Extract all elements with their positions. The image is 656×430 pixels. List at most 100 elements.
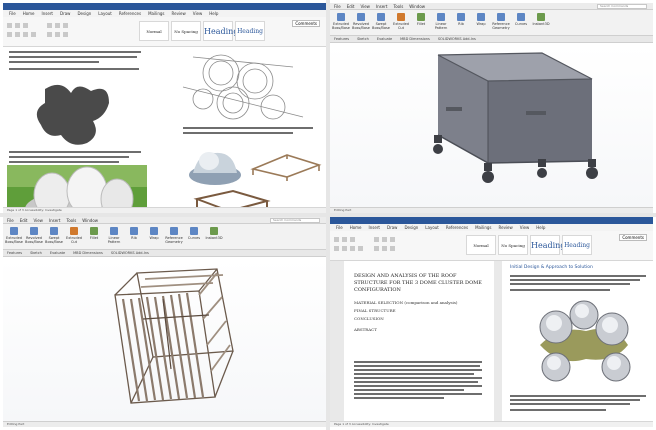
word-window-2: File Home Insert Draw Design Layout Refe… [330,217,653,427]
cad-menu-insert[interactable]: Insert [376,4,387,9]
font-tools-2[interactable] [334,235,434,255]
linear-pattern-button[interactable]: Linear Pattern [432,13,450,33]
comments-button[interactable]: Comments [292,20,320,27]
tab-addins[interactable]: SOLIDWORKS Add-Ins [438,37,476,41]
tab-features-2[interactable]: Features [7,251,22,255]
menu-review-2[interactable]: Review [499,225,513,230]
paper-title: DESIGN AND ANALYSIS OF THE ROOF STRUCTUR… [354,273,482,293]
document-canvas-2: DESIGN AND ANALYSIS OF THE ROOF STRUCTUR… [330,261,653,421]
tab-evaluate-2[interactable]: Evaluate [50,251,65,255]
cad-graphics-area-2[interactable] [3,259,326,421]
swept-boss-button[interactable]: Swept Boss/Base [372,13,390,33]
menu-home[interactable]: Home [23,11,35,16]
rib-button-2[interactable]: Rib [125,227,143,247]
cad-menu-view-2[interactable]: View [33,218,43,223]
menu-insert-2[interactable]: Insert [369,225,380,230]
outline-material: MATERIAL SELECTION (comparison and analy… [354,300,458,305]
menu-layout[interactable]: Layout [98,11,112,16]
tab-mbd-dimensions[interactable]: MBD Dimensions [400,37,430,41]
menu-design-2[interactable]: Design [404,225,418,230]
linear-pattern-button-2[interactable]: Linear Pattern [105,227,123,247]
menu-mailings[interactable]: Mailings [148,11,164,16]
word-ribbon: Normal No Spacing Heading Heading 2 Comm… [3,17,326,55]
menu-review[interactable]: Review [172,11,186,16]
cad-menu-edit-2[interactable]: Edit [20,218,28,223]
reference-geometry-button[interactable]: Reference Geometry [492,13,510,33]
search-commands-input-2[interactable]: Search Commands [270,218,320,223]
cad-menu-window-2[interactable]: Window [82,218,98,223]
wrap-button[interactable]: Wrap [472,13,490,33]
curves-button-2[interactable]: Curves [185,227,203,247]
revolved-boss-button-2[interactable]: Revolved Boss/Base [25,227,43,247]
style-normal-2[interactable]: Normal [466,235,496,255]
rib-button[interactable]: Rib [452,13,470,33]
menu-view[interactable]: View [193,11,203,16]
extruded-boss-button-2[interactable]: Extruded Boss/Base [5,227,23,247]
cad-graphics-area[interactable] [330,45,653,207]
cad-menu-bar: File Edit View Insert Tools Window Searc… [330,3,653,10]
extruded-cut-button-2[interactable]: Extruded Cut [65,227,83,247]
tab-sketch-2[interactable]: Sketch [30,251,42,255]
tab-sketch[interactable]: Sketch [357,37,369,41]
font-tools[interactable] [7,21,107,41]
cad-menu-tools[interactable]: Tools [393,4,403,9]
cad-menu-tools-2[interactable]: Tools [66,218,76,223]
cad-menu-file[interactable]: File [334,4,341,9]
style-no-spacing[interactable]: No Spacing [171,21,201,41]
instant3d-button-2[interactable]: Instant3D [205,227,223,247]
cad-menu-view[interactable]: View [360,4,370,9]
search-commands-input[interactable]: Search Commands [597,4,647,9]
tab-evaluate[interactable]: Evaluate [377,37,392,41]
tab-mbd-dimensions-2[interactable]: MBD Dimensions [73,251,103,255]
revolved-boss-button[interactable]: Revolved Boss/Base [352,13,370,33]
menu-draw[interactable]: Draw [60,11,70,16]
cad-window-2: File Edit View Insert Tools Window Searc… [3,217,326,427]
style-heading[interactable]: Heading [203,21,238,41]
word-title-bar-2 [330,217,653,224]
menu-file-2[interactable]: File [336,225,343,230]
wrap-button-2[interactable]: Wrap [145,227,163,247]
collage-divider-vertical [326,0,330,430]
menu-design[interactable]: Design [77,11,91,16]
style-heading-2a[interactable]: Heading [530,235,565,255]
document-page-right [163,47,326,213]
menu-references[interactable]: References [119,11,141,16]
menu-layout-2[interactable]: Layout [425,225,439,230]
menu-help-2[interactable]: Help [536,225,545,230]
cad-ribbon: Extruded Boss/Base Revolved Boss/Base Sw… [330,10,653,36]
cad-menu-file-2[interactable]: File [7,218,14,223]
style-heading-2b[interactable]: Heading 2 [562,235,592,269]
dome-3d-render [189,152,241,185]
fillet-button[interactable]: Fillet [412,13,430,33]
comments-button-2[interactable]: Comments [619,234,647,241]
word-window-1: File Home Insert Draw Design Layout Refe… [3,3,326,213]
menu-mailings-2[interactable]: Mailings [475,225,491,230]
cad-menu-window[interactable]: Window [409,4,425,9]
extruded-cut-button[interactable]: Extruded Cut [392,13,410,33]
instant3d-button[interactable]: Instant3D [532,13,550,33]
menu-references-2[interactable]: References [446,225,468,230]
document-page-left-2: DESIGN AND ANALYSIS OF THE ROOF STRUCTUR… [344,261,494,421]
style-heading-2[interactable]: Heading 2 [235,21,265,55]
floor-plan-drawing [182,54,304,120]
style-no-spacing-2[interactable]: No Spacing [498,235,528,255]
outline-conclusion: CONCLUSION [354,316,384,321]
menu-file[interactable]: File [9,11,16,16]
menu-insert[interactable]: Insert [42,11,53,16]
word-ribbon-2: Normal No Spacing Heading Heading 2 Comm… [330,231,653,269]
menu-help[interactable]: Help [209,11,218,16]
swept-boss-button-2[interactable]: Swept Boss/Base [45,227,63,247]
fillet-button-2[interactable]: Fillet [85,227,103,247]
tab-addins-2[interactable]: SOLIDWORKS Add-Ins [111,251,149,255]
tab-features[interactable]: Features [334,37,349,41]
menu-view-2[interactable]: View [520,225,530,230]
menu-draw-2[interactable]: Draw [387,225,397,230]
extruded-boss-button[interactable]: Extruded Boss/Base [332,13,350,33]
style-normal[interactable]: Normal [139,21,169,41]
cad-menu-insert-2[interactable]: Insert [49,218,60,223]
cad-menu-edit[interactable]: Edit [347,4,355,9]
cad-command-tabs: Features Sketch Evaluate MBD Dimensions … [330,36,653,43]
reference-geometry-button-2[interactable]: Reference Geometry [165,227,183,247]
menu-home-2[interactable]: Home [350,225,362,230]
curves-button[interactable]: Curves [512,13,530,33]
